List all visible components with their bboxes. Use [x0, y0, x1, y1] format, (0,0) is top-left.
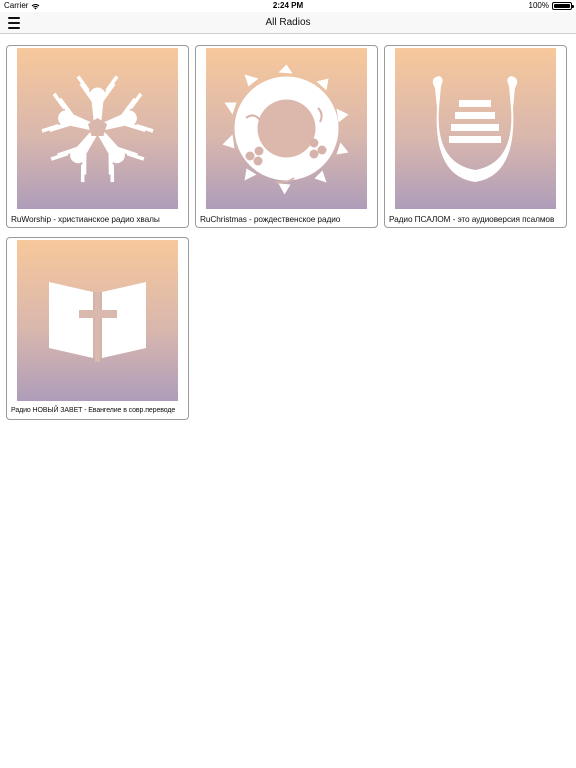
radio-title: Радио НОВЫЙ ЗАВЕТ - Евангелие в совр.пер…: [11, 407, 176, 414]
radio-card-noviy-zavet[interactable]: Радио НОВЫЙ ЗАВЕТ - Евангелие в совр.пер…: [6, 237, 189, 420]
radio-card-psalom[interactable]: Радио ПСАЛОМ - это аудиоверсия псалмов: [384, 45, 567, 228]
radio-artwork: [17, 240, 178, 401]
radio-title: RuWorship - христианское радио хвалы: [11, 214, 160, 224]
hands-star-icon: [41, 75, 154, 183]
radio-card-ruchristmas[interactable]: RuChristmas - рождественское радио: [195, 45, 378, 228]
radio-artwork: [395, 48, 556, 209]
bible-cross-icon: [49, 282, 146, 362]
radio-artwork: [206, 48, 367, 209]
radio-artwork: [17, 48, 178, 209]
radio-card-ruworship[interactable]: RuWorship - христианское радио хвалы: [6, 45, 189, 228]
radio-grid: RuWorship - христианское радио хвалы RuC…: [0, 0, 576, 768]
radio-title: RuChristmas - рождественское радио: [200, 214, 341, 224]
wreath-icon: [222, 64, 349, 195]
radio-title: Радио ПСАЛОМ - это аудиоверсия псалмов: [389, 214, 555, 224]
lyre-icon: [432, 76, 518, 182]
